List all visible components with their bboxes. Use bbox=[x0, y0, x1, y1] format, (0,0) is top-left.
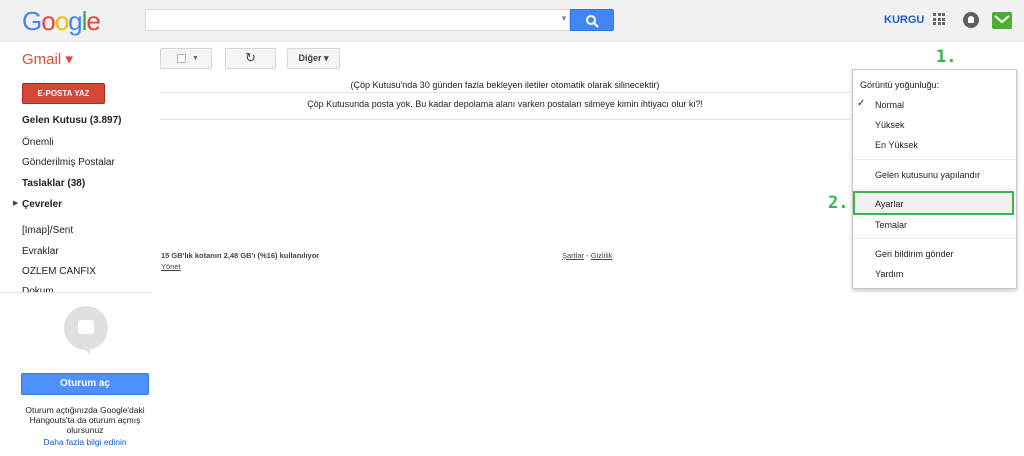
footer-links: Şartlar - Gizlilik bbox=[562, 251, 612, 260]
gmail-menu[interactable]: Gmail ▾ bbox=[22, 50, 73, 68]
privacy-link[interactable]: Gizlilik bbox=[591, 251, 613, 260]
checkmark-icon: ✓ bbox=[857, 98, 866, 109]
menu-item-en-yuksek[interactable]: En Yüksek bbox=[875, 140, 918, 150]
hangouts-bubble-tail bbox=[82, 345, 90, 355]
logo-letter: e bbox=[86, 6, 101, 36]
empty-trash-message: Çöp Kutusunda posta yok. Bu kadar depola… bbox=[307, 99, 703, 109]
apps-grid-icon[interactable] bbox=[933, 13, 945, 25]
top-bar: Google ▼ KURGU bbox=[0, 0, 1024, 42]
envelope-icon bbox=[994, 15, 1010, 24]
checkbox-icon bbox=[177, 54, 186, 63]
refresh-button[interactable]: ↻ bbox=[225, 48, 276, 69]
menu-item-yuksek[interactable]: Yüksek bbox=[875, 120, 905, 130]
sidebar-item-evraklar[interactable]: Evraklar bbox=[22, 246, 59, 257]
menu-item-normal[interactable]: Normal bbox=[875, 100, 904, 110]
manage-storage-link[interactable]: Yönet bbox=[161, 262, 181, 271]
sidebar-item-drafts[interactable]: Taslaklar (38) bbox=[22, 178, 85, 189]
more-button[interactable]: Diğer ▾ bbox=[287, 48, 340, 69]
logo-letter: G bbox=[22, 6, 42, 36]
sidebar-divider bbox=[0, 292, 150, 293]
step-2-annotation: 2. bbox=[828, 193, 849, 213]
logo-letter: o bbox=[54, 6, 70, 36]
logo-letter: g bbox=[68, 6, 83, 36]
settings-menu: Görüntü yoğunluğu: ✓ Normal Yüksek En Yü… bbox=[852, 69, 1017, 289]
divider bbox=[160, 92, 850, 93]
menu-item-help[interactable]: Yardım bbox=[875, 269, 903, 279]
menu-divider bbox=[853, 189, 1016, 190]
menu-item-themes[interactable]: Temalar bbox=[875, 220, 907, 230]
density-heading: Görüntü yoğunluğu: bbox=[860, 80, 940, 90]
terms-link[interactable]: Şartlar bbox=[562, 251, 584, 260]
google-logo[interactable]: Google bbox=[22, 6, 101, 37]
notifications-icon[interactable] bbox=[963, 12, 979, 28]
search-input[interactable] bbox=[145, 9, 570, 31]
compose-button[interactable]: E-POSTA YAZ bbox=[22, 83, 105, 104]
search-icon bbox=[586, 15, 599, 28]
menu-item-configure-inbox[interactable]: Gelen kutusunu yapılandır bbox=[875, 170, 980, 180]
hangouts-signin-button[interactable]: Oturum aç bbox=[21, 373, 149, 395]
logo-letter: o bbox=[41, 6, 56, 36]
menu-divider bbox=[853, 238, 1016, 239]
sidebar-item-sent[interactable]: Gönderilmiş Postalar bbox=[22, 157, 115, 168]
divider bbox=[160, 119, 850, 120]
storage-usage-text: 15 GB'lık kotanın 2,48 GB'ı (%16) kullan… bbox=[161, 251, 320, 260]
account-avatar-icon[interactable] bbox=[992, 12, 1012, 29]
chevron-down-icon: ▼ bbox=[192, 55, 199, 62]
search-button[interactable] bbox=[570, 9, 614, 31]
hangouts-info-text: Oturum açtığınızda Google'daki Hangouts'… bbox=[25, 405, 145, 435]
menu-divider bbox=[853, 159, 1016, 160]
search-options-icon[interactable]: ▼ bbox=[560, 14, 1020, 23]
trash-notice: (Çöp Kutusu'nda 30 günden fazla bekleyen… bbox=[350, 80, 660, 90]
menu-item-settings[interactable]: Ayarlar bbox=[875, 199, 903, 209]
learn-more-link[interactable]: Daha fazla bilgi edinin bbox=[16, 437, 154, 447]
sidebar-item-inbox[interactable]: Gelen Kutusu (3.897) bbox=[22, 115, 121, 126]
step-1-annotation: 1. bbox=[936, 47, 957, 67]
sidebar-item-circles[interactable]: Çevreler bbox=[22, 199, 62, 210]
sidebar-item-ozlem-canfix[interactable]: OZLEM CANFIX bbox=[22, 266, 96, 277]
sidebar-item-imap-sent[interactable]: [Imap]/Sent bbox=[22, 225, 73, 236]
sidebar-item-important[interactable]: Önemli bbox=[22, 137, 54, 148]
menu-item-feedback[interactable]: Geri bildirim gönder bbox=[875, 249, 954, 259]
footer-separator: - bbox=[584, 251, 591, 260]
user-name[interactable]: KURGU bbox=[884, 14, 924, 26]
hangouts-quote-icon bbox=[64, 306, 108, 350]
select-button[interactable]: ▼ bbox=[160, 48, 212, 69]
expand-arrow-icon[interactable]: ▶ bbox=[13, 199, 18, 207]
